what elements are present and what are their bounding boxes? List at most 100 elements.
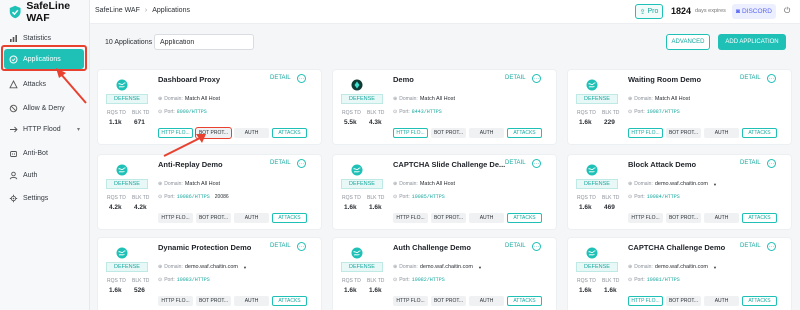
defense-mode-badge[interactable]: DEFENSE <box>576 179 618 189</box>
more-options-icon[interactable]: ··· <box>767 242 776 251</box>
application-title: CAPTCHA Slide Challenge De... <box>393 160 505 169</box>
sidebar-item-attacks[interactable]: Attacks <box>4 74 84 94</box>
detail-link[interactable]: DETAIL <box>505 160 526 166</box>
bot-protection-toggle[interactable]: BOT PROT... <box>666 296 701 306</box>
auth-toggle[interactable]: AUTH <box>704 213 739 223</box>
port-value: 10085/HTTPS <box>411 194 445 200</box>
bot-protection-toggle[interactable]: BOT PROT... <box>666 128 701 138</box>
bot-protection-toggle[interactable]: BOT PROT... <box>196 213 231 223</box>
bot-protection-toggle[interactable]: BOT PROT... <box>195 127 232 139</box>
more-options-icon[interactable]: ··· <box>767 159 776 168</box>
caret-down-icon[interactable]: ▼ <box>478 265 482 270</box>
auth-toggle[interactable]: AUTH <box>469 296 504 306</box>
flood-icon <box>9 125 18 134</box>
attacks-toggle[interactable]: ATTACKS <box>742 128 777 138</box>
sidebar-item-allow-deny[interactable]: Allow & Deny <box>4 98 84 118</box>
detail-link[interactable]: DETAIL <box>740 75 761 81</box>
http-flood-toggle[interactable]: HTTP FLO... <box>628 213 663 223</box>
auth-toggle[interactable]: AUTH <box>469 128 504 138</box>
attacks-toggle[interactable]: ATTACKS <box>272 213 307 223</box>
more-options-icon[interactable]: ··· <box>532 159 541 168</box>
defense-mode-badge[interactable]: DEFENSE <box>341 179 383 189</box>
attacks-toggle[interactable]: ATTACKS <box>272 296 307 306</box>
bot-protection-toggle[interactable]: BOT PROT... <box>666 213 701 223</box>
http-flood-toggle[interactable]: HTTP FLO... <box>158 128 193 138</box>
search-input[interactable] <box>154 34 254 50</box>
http-flood-toggle[interactable]: HTTP FLO... <box>393 213 428 223</box>
detail-link[interactable]: DETAIL <box>505 75 526 81</box>
more-options-icon[interactable]: ··· <box>532 242 541 251</box>
http-flood-toggle[interactable]: HTTP FLO... <box>628 128 663 138</box>
defense-mode-badge[interactable]: DEFENSE <box>576 262 618 272</box>
sidebar-item-http-flood[interactable]: HTTP Flood ▾ <box>4 119 84 139</box>
port-row: ⊙ Port: 10084/HTTPS <box>628 194 680 200</box>
more-options-icon[interactable]: ··· <box>297 159 306 168</box>
http-flood-toggle[interactable]: HTTP FLO... <box>393 296 428 306</box>
detail-link[interactable]: DETAIL <box>270 243 291 249</box>
rqs-label: RQS TD <box>577 195 596 201</box>
pro-button[interactable]: ⇪ Pro <box>635 4 663 19</box>
auth-toggle[interactable]: AUTH <box>704 296 739 306</box>
add-application-button[interactable]: ADD APPLICATION <box>718 34 786 50</box>
auth-toggle[interactable]: AUTH <box>704 128 739 138</box>
detail-link[interactable]: DETAIL <box>505 243 526 249</box>
attacks-toggle[interactable]: ATTACKS <box>272 128 307 138</box>
port-value: 8000/HTTPS <box>176 109 207 115</box>
auth-toggle[interactable]: AUTH <box>234 128 269 138</box>
http-flood-toggle[interactable]: HTTP FLO... <box>393 128 428 138</box>
attacks-toggle[interactable]: ATTACKS <box>742 213 777 223</box>
defense-mode-badge[interactable]: DEFENSE <box>106 94 148 104</box>
auth-toggle[interactable]: AUTH <box>469 213 504 223</box>
defense-mode-badge[interactable]: DEFENSE <box>341 94 383 104</box>
detail-link[interactable]: DETAIL <box>740 160 761 166</box>
sidebar-item-auth[interactable]: Auth <box>4 165 84 185</box>
http-flood-toggle[interactable]: HTTP FLO... <box>158 296 193 306</box>
http-flood-toggle[interactable]: HTTP FLO... <box>158 213 193 223</box>
attacks-toggle[interactable]: ATTACKS <box>507 213 542 223</box>
defense-mode-badge[interactable]: DEFENSE <box>341 262 383 272</box>
breadcrumb-root[interactable]: SafeLine WAF <box>95 7 140 14</box>
advanced-button[interactable]: ADVANCED <box>666 34 710 50</box>
defense-mode-badge[interactable]: DEFENSE <box>576 94 618 104</box>
sidebar-item-anti-bot[interactable]: Anti-Bot <box>4 143 84 163</box>
domain-row: ⊕ Domain: demo.waf.chaitin.com ▼ <box>393 264 482 270</box>
http-flood-toggle[interactable]: HTTP FLO... <box>628 296 663 306</box>
auth-toggle[interactable]: AUTH <box>234 213 269 223</box>
more-options-icon[interactable]: ··· <box>532 74 541 83</box>
caret-down-icon[interactable]: ▼ <box>713 265 717 270</box>
caret-down-icon[interactable]: ▼ <box>243 265 247 270</box>
more-options-icon[interactable]: ··· <box>297 74 306 83</box>
sidebar-item-label: Auth <box>23 171 38 179</box>
globe-icon <box>586 78 598 91</box>
defense-mode-badge[interactable]: DEFENSE <box>106 262 148 272</box>
app-logo[interactable]: SafeLine WAF <box>8 0 89 24</box>
bot-protection-toggle[interactable]: BOT PROT... <box>431 296 466 306</box>
more-options-icon[interactable]: ··· <box>767 74 776 83</box>
more-options-icon[interactable]: ··· <box>297 242 306 251</box>
auth-toggle[interactable]: AUTH <box>234 296 269 306</box>
detail-link[interactable]: DETAIL <box>740 243 761 249</box>
detail-link[interactable]: DETAIL <box>270 160 291 166</box>
attacks-toggle[interactable]: ATTACKS <box>507 128 542 138</box>
attacks-toggle[interactable]: ATTACKS <box>742 296 777 306</box>
bot-protection-toggle[interactable]: BOT PROT... <box>431 213 466 223</box>
bot-protection-toggle[interactable]: BOT PROT... <box>196 296 231 306</box>
globe-small-icon: ⊕ <box>393 181 398 187</box>
caret-down-icon[interactable]: ▼ <box>713 182 717 187</box>
defense-mode-badge[interactable]: DEFENSE <box>106 179 148 189</box>
rqs-value: 1.6k <box>579 204 592 211</box>
logout-icon[interactable]: ⏻ <box>784 6 790 16</box>
module-toggles: HTTP FLO... BOT PROT... AUTH ATTACKS <box>393 296 542 306</box>
port-icon: ⊙ <box>628 194 633 200</box>
discord-button[interactable]: ◙ DISCORD <box>732 4 776 19</box>
globe-icon <box>116 78 128 91</box>
bot-protection-toggle[interactable]: BOT PROT... <box>431 128 466 138</box>
application-card: DEFENSE RQS TD BLK TD 1.6k 526 Dynamic Protec… <box>98 238 321 310</box>
application-card: DEFENSE RQS TD BLK TD 5.5k 4.3k Demo DETAIL ···… <box>333 70 556 144</box>
application-title: Auth Challenge Demo <box>393 243 471 252</box>
detail-link[interactable]: DETAIL <box>270 75 291 81</box>
attacks-toggle[interactable]: ATTACKS <box>507 296 542 306</box>
sidebar-item-settings[interactable]: Settings <box>4 188 84 208</box>
port-value: 8443/HTTPS <box>411 109 442 115</box>
blk-label: BLK TD <box>602 195 620 201</box>
